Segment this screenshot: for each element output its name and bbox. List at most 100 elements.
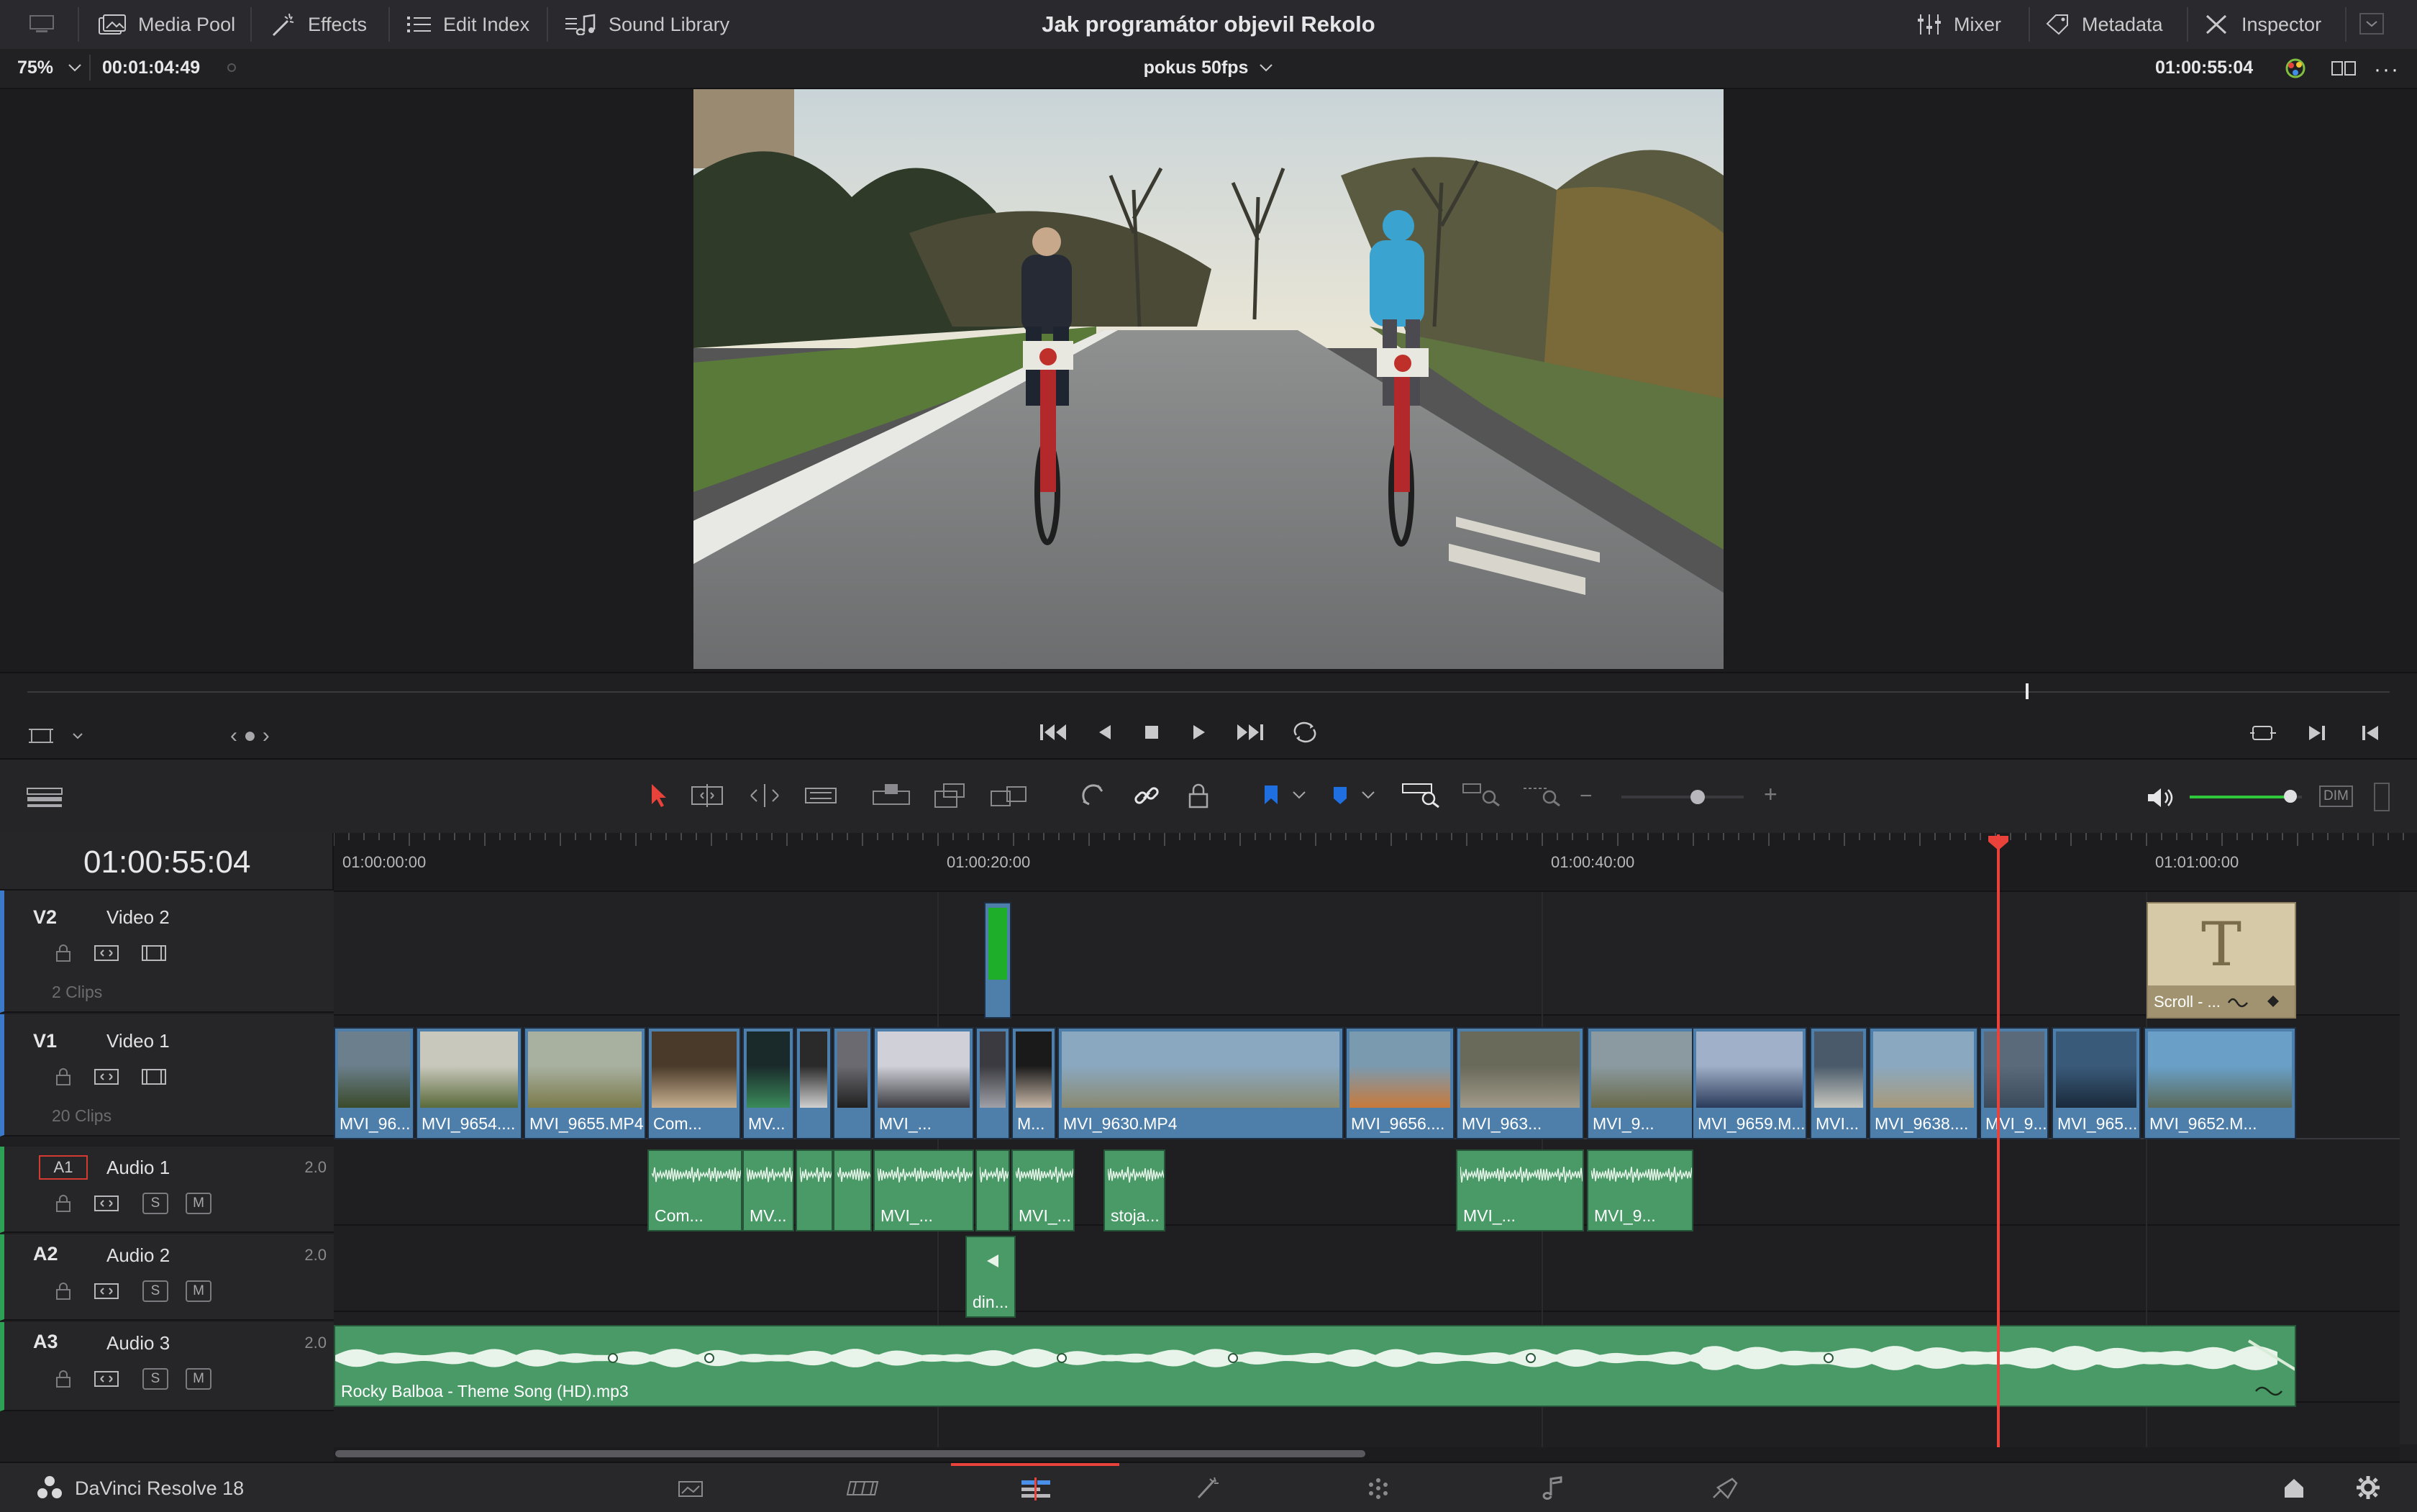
zoom-custom-icon[interactable] xyxy=(1522,780,1562,809)
clip-nav-arrows[interactable]: ‹ ● › xyxy=(230,724,270,748)
video-clip[interactable]: MVI_9652.M... xyxy=(2144,1027,2296,1139)
dim-button[interactable]: DIM xyxy=(2319,785,2353,807)
lock-icon[interactable] xyxy=(55,1282,72,1301)
video-enable-icon[interactable] xyxy=(141,1067,167,1086)
video-clip[interactable]: MVI_9... xyxy=(1587,1027,1705,1139)
solo-button[interactable]: S xyxy=(142,1280,168,1302)
audio-clip[interactable] xyxy=(975,1149,1010,1231)
audio-clip[interactable]: MVI_9... xyxy=(1587,1149,1693,1231)
replace-clip-icon[interactable] xyxy=(988,781,1030,810)
zoom-level[interactable]: 75% xyxy=(17,58,53,78)
auto-select-icon[interactable] xyxy=(94,1067,119,1086)
solo-button[interactable]: S xyxy=(142,1193,168,1214)
dual-viewer-icon[interactable] xyxy=(2331,59,2357,78)
zoom-in-icon[interactable]: + xyxy=(1764,781,1778,808)
video-clip[interactable]: MVI_9659.M... xyxy=(1692,1027,1807,1139)
track-header-v2[interactable]: V2 Video 2 2 Clips xyxy=(0,891,334,1013)
effects-button[interactable]: Effects xyxy=(270,0,367,49)
video-clip[interactable]: M... xyxy=(1011,1027,1056,1139)
video-clip[interactable]: MVI_963... xyxy=(1456,1027,1584,1139)
go-to-start-icon[interactable] xyxy=(1039,721,1068,743)
inspector-button[interactable]: Inspector xyxy=(2204,0,2321,49)
match-frame-icon[interactable] xyxy=(2249,722,2277,744)
workspace-icon[interactable] xyxy=(29,14,55,35)
play-icon[interactable] xyxy=(1188,721,1210,743)
video-clip[interactable] xyxy=(975,1027,1010,1139)
video-clip[interactable]: MVI_9... xyxy=(1980,1027,2049,1139)
chevron-down-icon[interactable] xyxy=(1361,791,1375,801)
flag-icon[interactable] xyxy=(1260,781,1282,810)
mute-button[interactable]: M xyxy=(186,1280,211,1302)
overwrite-clip-icon[interactable] xyxy=(932,781,968,810)
zoom-out-icon[interactable]: − xyxy=(1580,784,1593,809)
zoom-detail-icon[interactable] xyxy=(1462,780,1502,809)
more-options-icon[interactable]: ··· xyxy=(2374,58,2400,82)
track-header-a2[interactable]: A2 Audio 2 2.0 S M xyxy=(0,1234,334,1321)
solo-button[interactable]: S xyxy=(142,1368,168,1390)
deliver-page-icon[interactable] xyxy=(1711,1476,1739,1500)
media-pool-button[interactable]: Media Pool xyxy=(98,0,235,49)
video-clip[interactable]: MVI_9638.... xyxy=(1869,1027,1978,1139)
horizontal-scrollbar[interactable] xyxy=(334,1447,2400,1460)
video-clip[interactable]: MVI_9654.... xyxy=(416,1027,522,1139)
linked-selection-icon[interactable] xyxy=(1132,781,1161,810)
zoom-full-icon[interactable] xyxy=(1401,780,1442,809)
insert-clip-icon[interactable] xyxy=(870,781,912,810)
video-clip[interactable] xyxy=(796,1027,832,1139)
fairlight-page-icon[interactable] xyxy=(1541,1476,1565,1500)
marker-icon[interactable] xyxy=(1329,781,1351,810)
video-clip[interactable]: MVI_... xyxy=(873,1027,974,1139)
auto-select-icon[interactable] xyxy=(94,1370,119,1388)
blade-tool-icon[interactable] xyxy=(803,781,839,810)
mixer-button[interactable]: Mixer xyxy=(1916,0,2001,49)
play-reverse-icon[interactable] xyxy=(1093,721,1115,743)
scrollbar-thumb[interactable] xyxy=(335,1450,1365,1457)
edit-index-button[interactable]: Edit Index xyxy=(407,0,529,49)
audio-clip[interactable]: MVI_... xyxy=(873,1149,974,1231)
audio-clip[interactable]: MVI_... xyxy=(1011,1149,1075,1231)
trim-tool-icon[interactable] xyxy=(688,781,727,810)
audio-clip[interactable]: MV... xyxy=(742,1149,794,1231)
snapping-icon[interactable] xyxy=(1079,781,1108,810)
color-viewer-icon[interactable] xyxy=(2282,55,2309,82)
home-icon[interactable] xyxy=(2282,1476,2306,1499)
go-to-end-icon[interactable] xyxy=(1236,721,1265,743)
mute-button[interactable]: M xyxy=(186,1193,211,1214)
mute-button[interactable]: M xyxy=(186,1368,211,1390)
dynamic-trim-icon[interactable] xyxy=(745,781,784,810)
lock-icon[interactable] xyxy=(55,1370,72,1388)
audio-clip[interactable] xyxy=(833,1149,872,1231)
auto-select-icon[interactable] xyxy=(94,1194,119,1213)
transform-overlay-icon[interactable] xyxy=(29,725,86,747)
speaker-volume-icon[interactable] xyxy=(2147,785,2175,810)
metadata-button[interactable]: Metadata xyxy=(2044,0,2163,49)
timeline-selector[interactable]: pokus 50fps xyxy=(1079,58,1338,78)
video-clip[interactable]: MVI_9655.MP4 xyxy=(524,1027,646,1139)
edit-page-tab[interactable] xyxy=(951,1463,1119,1512)
audio-clip-a2[interactable]: din... xyxy=(965,1236,1016,1318)
gear-icon[interactable] xyxy=(2355,1475,2381,1500)
auto-select-icon[interactable] xyxy=(94,1282,119,1301)
viewer-scrub-bar[interactable] xyxy=(27,691,2390,693)
zoom-slider-knob[interactable] xyxy=(1690,790,1705,804)
vertical-scrollbar[interactable] xyxy=(2400,891,2417,1444)
track-header-a1[interactable]: A1 Audio 1 2.0 S M xyxy=(0,1147,334,1233)
track-id[interactable]: A1 xyxy=(39,1155,88,1180)
track-header-v1[interactable]: V1 Video 1 20 Clips xyxy=(0,1014,334,1137)
timeline-playhead[interactable] xyxy=(1997,834,2000,1447)
video-clip[interactable] xyxy=(833,1027,872,1139)
scrub-playhead[interactable] xyxy=(2026,683,2029,699)
next-edit-icon[interactable] xyxy=(2306,722,2328,744)
sound-library-button[interactable]: Sound Library xyxy=(565,0,729,49)
chevron-down-icon[interactable] xyxy=(2359,13,2384,35)
video-clip[interactable]: MVI... xyxy=(1810,1027,1867,1139)
track-header-a3[interactable]: A3 Audio 3 2.0 S M xyxy=(0,1322,334,1411)
zoom-slider-track[interactable] xyxy=(1621,796,1744,798)
fusion-page-icon[interactable] xyxy=(1194,1476,1220,1500)
cut-page-icon[interactable] xyxy=(846,1477,882,1499)
video-clip[interactable]: MV... xyxy=(742,1027,794,1139)
audio-clip[interactable]: Com... xyxy=(647,1149,742,1231)
prev-edit-icon[interactable] xyxy=(2359,722,2381,744)
chevron-down-icon[interactable] xyxy=(1292,791,1306,801)
media-page-icon[interactable] xyxy=(676,1477,705,1499)
